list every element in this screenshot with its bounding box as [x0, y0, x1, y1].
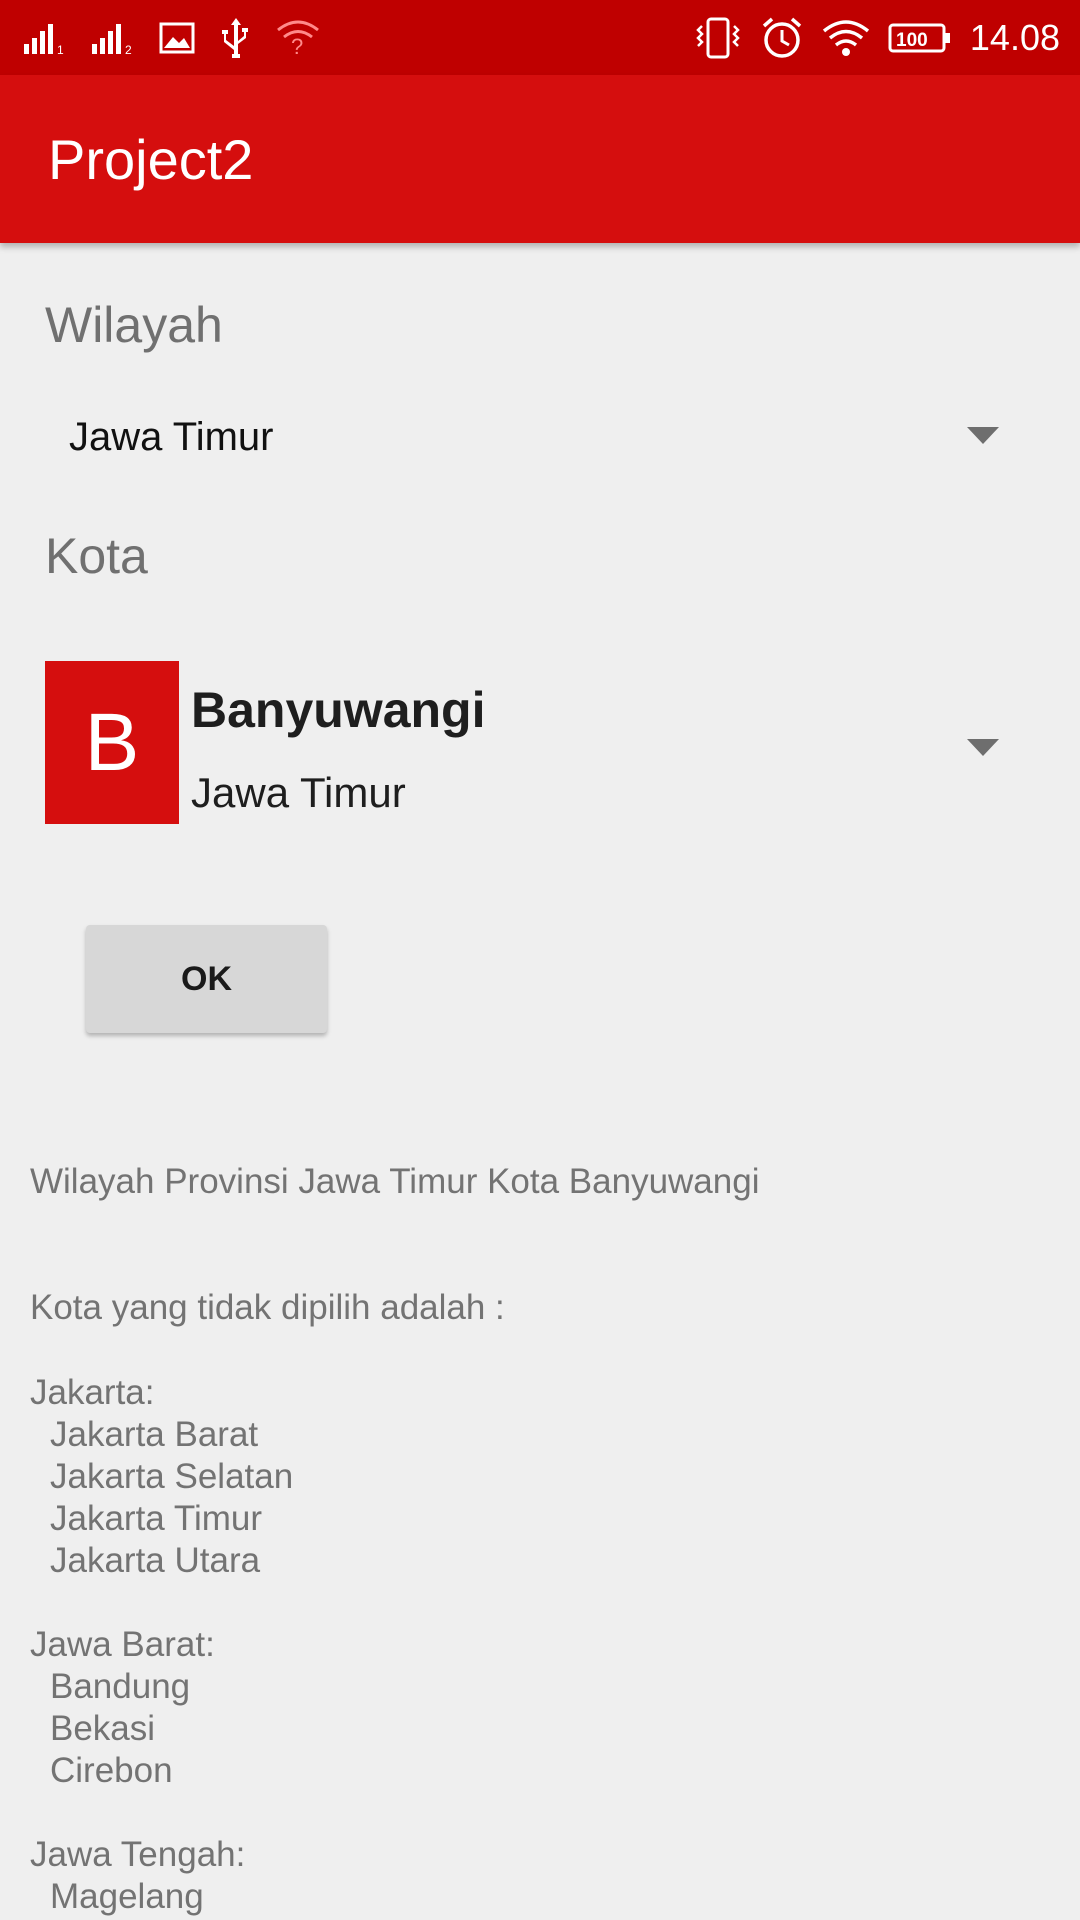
usb-icon — [216, 16, 256, 60]
province-name: Jawa Tengah: — [30, 1835, 246, 1874]
result-text: Wilayah Provinsi Jawa Timur Kota Banyuwa… — [30, 1162, 760, 1201]
ok-button[interactable]: OK — [86, 925, 327, 1033]
kota-initial-avatar: B — [45, 661, 179, 824]
kota-selected-name: Banyuwangi — [191, 682, 486, 738]
wifi-unknown-icon: ? — [276, 18, 320, 58]
dropdown-arrow-icon — [967, 427, 999, 444]
kota-selected-province: Jawa Timur — [191, 769, 406, 816]
wilayah-spinner[interactable]: Jawa Timur — [45, 395, 1035, 485]
city-item: Bandung — [50, 1667, 191, 1706]
battery-icon: 100 — [888, 20, 952, 56]
svg-text:2: 2 — [125, 43, 132, 56]
unselected-heading: Kota yang tidak dipilih adalah : — [30, 1288, 505, 1327]
alarm-icon — [760, 16, 804, 60]
kota-spinner[interactable]: B Banyuwangi Jawa Timur — [45, 661, 1035, 826]
svg-text:100: 100 — [896, 30, 928, 51]
kota-label: Kota — [45, 528, 148, 584]
city-item: Magelang — [50, 1877, 204, 1916]
province-group: Jawa Tengah: Magelang — [30, 1834, 1050, 1918]
app-bar: Project2 — [0, 75, 1080, 243]
wilayah-label: Wilayah — [45, 297, 223, 353]
unselected-city-list: Jakarta: Jakarta Barat Jakarta Selatan J… — [30, 1372, 1050, 1920]
dropdown-arrow-icon — [967, 739, 999, 756]
province-group: Jakarta: Jakarta Barat Jakarta Selatan J… — [30, 1372, 1050, 1582]
province-group: Jawa Barat: Bandung Bekasi Cirebon — [30, 1624, 1050, 1792]
status-bar: 1 2 ? 100 14.08 — [0, 0, 1080, 75]
status-right-icons: 100 14.08 — [694, 16, 1060, 60]
city-item: Cirebon — [50, 1751, 173, 1790]
city-item: Bekasi — [50, 1709, 156, 1748]
gallery-icon — [158, 20, 196, 56]
status-left-icons: 1 2 ? — [22, 16, 340, 60]
city-item: Jakarta Timur — [50, 1499, 262, 1538]
signal-2-icon: 2 — [90, 20, 138, 56]
wifi-icon — [822, 18, 870, 58]
svg-text:1: 1 — [57, 43, 64, 56]
city-item: Jakarta Selatan — [50, 1457, 294, 1496]
wilayah-selected-value: Jawa Timur — [69, 415, 274, 459]
status-time: 14.08 — [969, 16, 1060, 58]
city-item: Jakarta Utara — [50, 1541, 261, 1580]
vibrate-icon — [694, 16, 742, 60]
province-name: Jakarta: — [30, 1373, 155, 1412]
province-name: Jawa Barat: — [30, 1625, 215, 1664]
signal-1-icon: 1 — [22, 20, 70, 56]
city-item: Jakarta Barat — [50, 1415, 259, 1454]
app-title: Project2 — [48, 127, 254, 191]
svg-text:?: ? — [291, 34, 303, 58]
